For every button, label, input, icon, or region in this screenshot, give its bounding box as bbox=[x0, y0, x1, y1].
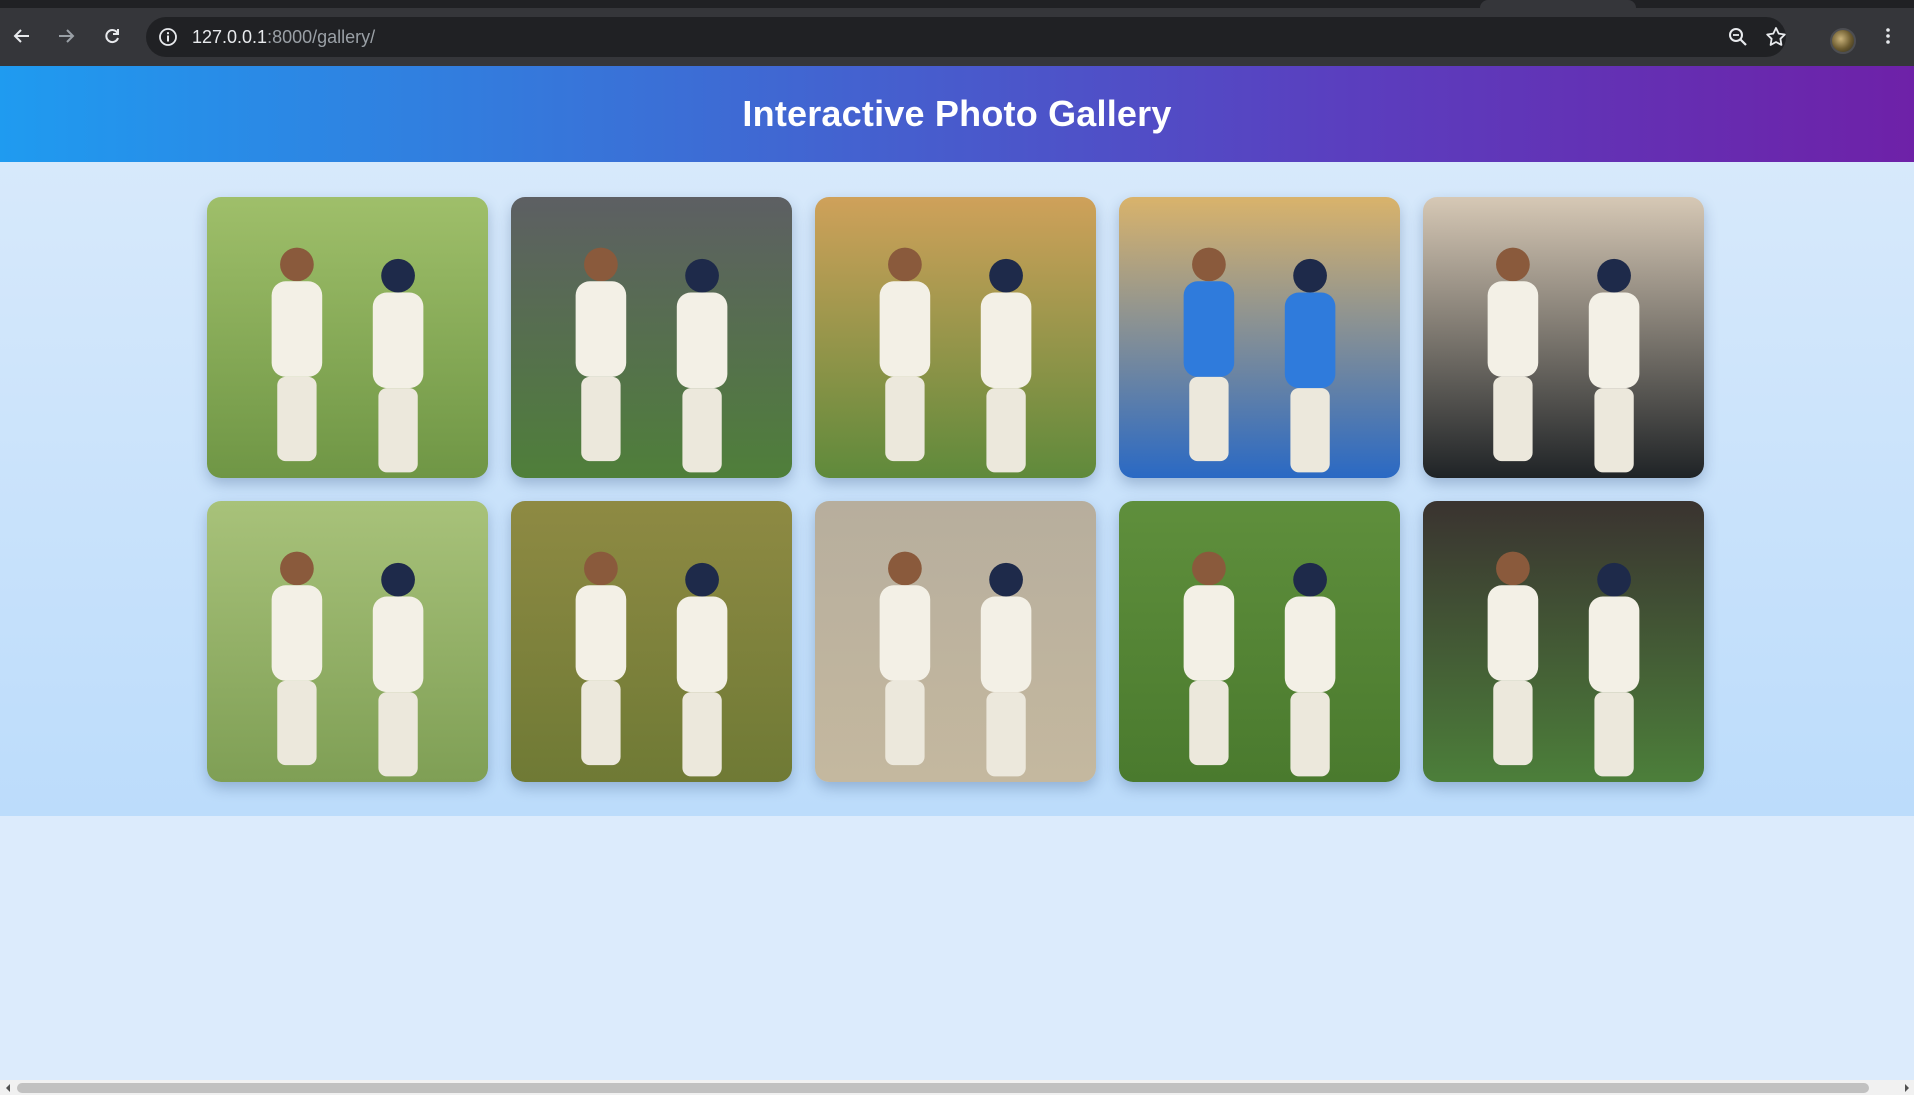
kebab-menu-icon[interactable] bbox=[1870, 18, 1906, 54]
photo-image bbox=[814, 501, 1096, 782]
gallery-photo-2[interactable] bbox=[510, 197, 792, 478]
zoom-icon[interactable] bbox=[1726, 25, 1750, 49]
gallery-photo-1[interactable] bbox=[206, 197, 488, 478]
horizontal-scrollbar[interactable] bbox=[0, 1080, 1914, 1095]
gallery-photo-6[interactable] bbox=[206, 501, 488, 782]
photo-image bbox=[814, 197, 1096, 478]
star-icon[interactable] bbox=[1764, 25, 1788, 49]
scroll-left-icon[interactable] bbox=[0, 1080, 15, 1095]
url-text[interactable]: 127.0.0.1:8000/gallery/ bbox=[192, 27, 375, 47]
page-background bbox=[0, 816, 1914, 1080]
photo-image bbox=[206, 501, 488, 782]
photo-image bbox=[1422, 501, 1704, 782]
gallery-section bbox=[0, 162, 1914, 816]
gallery-photo-4[interactable] bbox=[1118, 197, 1400, 478]
gallery-photo-8[interactable] bbox=[814, 501, 1096, 782]
photo-image bbox=[1422, 197, 1704, 478]
address-bar[interactable]: 127.0.0.1:8000/gallery/ bbox=[146, 17, 1786, 57]
forward-arrow-icon[interactable] bbox=[48, 18, 84, 54]
url-host: 127.0.0.1 bbox=[192, 27, 268, 47]
photo-image bbox=[510, 501, 792, 782]
gallery-photo-9[interactable] bbox=[1118, 501, 1400, 782]
info-icon[interactable] bbox=[156, 25, 180, 49]
gallery-photo-5[interactable] bbox=[1422, 197, 1704, 478]
page-title: Interactive Photo Gallery bbox=[742, 93, 1172, 134]
gallery-photo-3[interactable] bbox=[814, 197, 1096, 478]
back-arrow-icon[interactable] bbox=[4, 18, 40, 54]
photo-gallery bbox=[55, 197, 1855, 782]
photo-image bbox=[1118, 501, 1400, 782]
photo-image bbox=[1118, 197, 1400, 478]
gallery-photo-10[interactable] bbox=[1422, 501, 1704, 782]
reload-icon[interactable] bbox=[94, 18, 130, 54]
scrollbar-thumb[interactable] bbox=[17, 1083, 1869, 1093]
active-tab[interactable] bbox=[1480, 0, 1636, 8]
gallery-photo-7[interactable] bbox=[510, 501, 792, 782]
page-header: Interactive Photo Gallery bbox=[0, 66, 1914, 162]
profile-avatar[interactable] bbox=[1830, 28, 1856, 54]
tab-strip bbox=[0, 0, 1914, 8]
url-path: :8000/gallery/ bbox=[267, 27, 376, 47]
browser-toolbar: 127.0.0.1:8000/gallery/ bbox=[0, 8, 1914, 66]
photo-image bbox=[510, 197, 792, 478]
scroll-right-icon[interactable] bbox=[1899, 1080, 1914, 1095]
photo-image bbox=[206, 197, 488, 478]
